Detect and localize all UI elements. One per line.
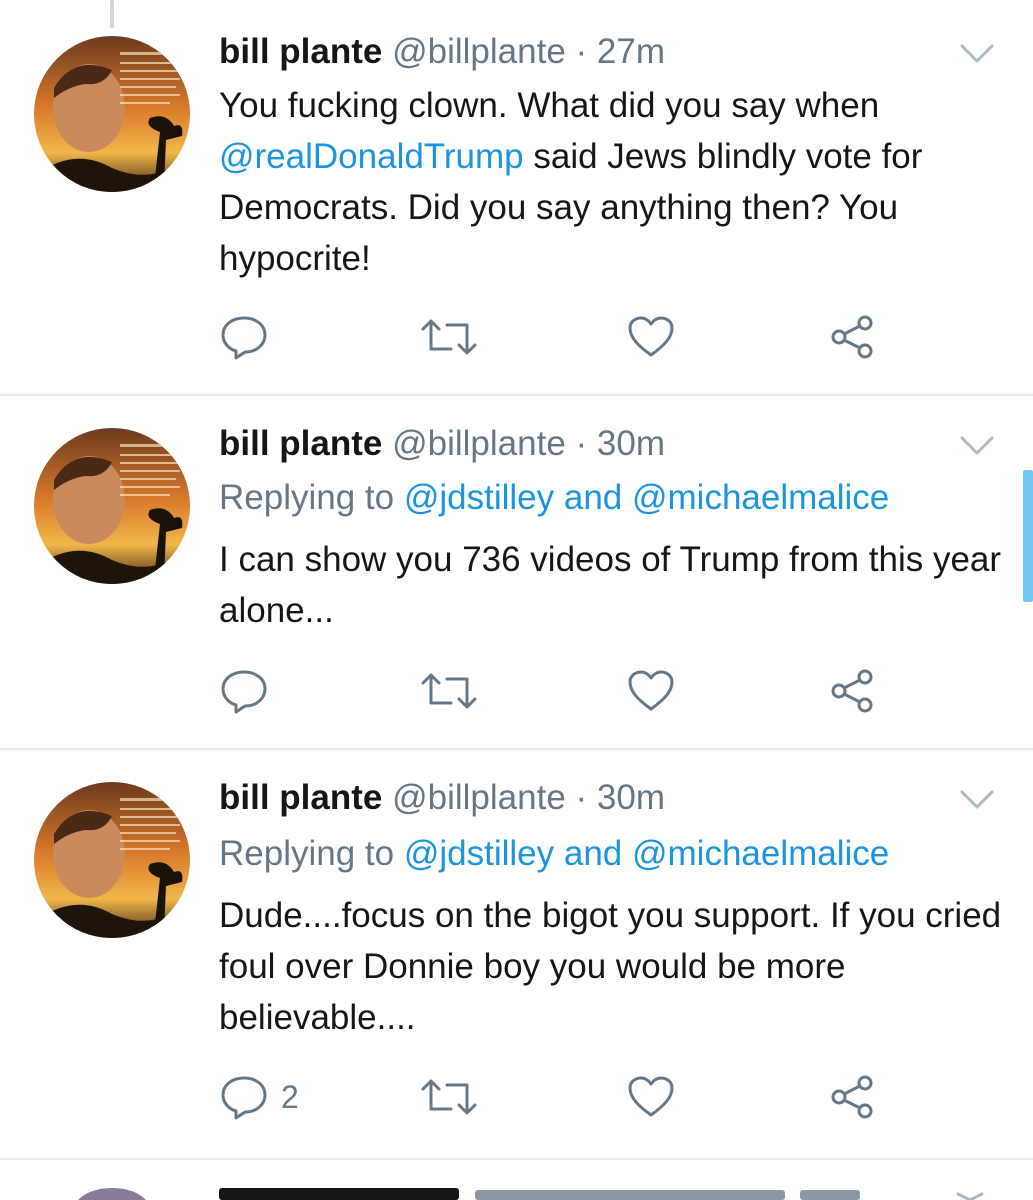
like-button[interactable] [627, 312, 675, 362]
share-nodes-icon [831, 315, 873, 359]
tweet-text-part: You fucking clown. What did you say when [219, 86, 880, 125]
tweet-1[interactable]: bill plante @billplante · 27m You fuckin… [0, 0, 1033, 396]
tweet-2[interactable]: bill plante @billplante · 30m Replying t… [0, 396, 1033, 750]
action-bar: 2 [219, 1072, 899, 1122]
reply-bubble-icon [221, 1076, 267, 1120]
share-button[interactable] [829, 312, 877, 362]
retweet-button[interactable] [419, 312, 479, 362]
timestamp[interactable]: 30m [597, 778, 665, 817]
heart-icon [628, 1076, 674, 1117]
reply-button[interactable] [219, 666, 281, 716]
retweet-button[interactable] [419, 666, 479, 716]
avatar-image [34, 36, 190, 192]
next-tweet-partial[interactable] [0, 1178, 1033, 1200]
like-button[interactable] [627, 666, 675, 716]
heart-icon [628, 670, 674, 711]
tweet-header: bill plante @billplante · 27m [219, 30, 665, 74]
timestamp[interactable]: 30m [597, 424, 665, 463]
next-tweet-cropped-preview [78, 1188, 984, 1200]
replying-to: Replying to @jdstilley and @michaelmalic… [219, 476, 889, 520]
reply-bubble-icon [221, 316, 267, 360]
retweet-arrows-icon [421, 319, 477, 355]
avatar-image [34, 782, 190, 938]
tweet-text: Dude....focus on the bigot you support. … [219, 896, 1002, 1037]
reply-bubble-icon [221, 670, 267, 714]
chevron-down-icon[interactable] [959, 788, 995, 812]
replying-to-user[interactable]: @jdstilley [404, 834, 554, 873]
replying-to-and[interactable]: and [554, 478, 632, 517]
share-nodes-icon [831, 669, 873, 713]
replying-to: Replying to @jdstilley and @michaelmalic… [219, 832, 889, 876]
display-name[interactable]: bill plante [219, 778, 382, 817]
share-button[interactable] [829, 1072, 877, 1122]
retweet-arrows-icon [421, 673, 477, 709]
share-nodes-icon [831, 1075, 873, 1119]
replying-to-and[interactable]: and [554, 834, 632, 873]
replying-to-user[interactable]: @jdstilley [404, 478, 554, 517]
user-handle[interactable]: @billplante [392, 778, 566, 817]
reply-button[interactable] [219, 312, 281, 362]
avatar[interactable] [34, 428, 190, 584]
action-bar [219, 666, 899, 716]
separator-dot: · [575, 778, 588, 817]
timestamp[interactable]: 27m [597, 32, 665, 71]
tweet-text: You fucking clown. What did you say when… [219, 80, 1009, 284]
separator-dot: · [575, 424, 588, 463]
tweet-header: bill plante @billplante · 30m [219, 776, 665, 820]
share-button[interactable] [829, 666, 877, 716]
tweet-text: I can show you 736 videos of Trump from … [219, 540, 1002, 630]
display-name[interactable]: bill plante [219, 32, 382, 71]
heart-icon [628, 316, 674, 357]
avatar[interactable] [34, 36, 190, 192]
like-button[interactable] [627, 1072, 675, 1122]
reply-button[interactable]: 2 [219, 1072, 299, 1122]
retweet-button[interactable] [419, 1072, 479, 1122]
avatar[interactable] [34, 782, 190, 938]
action-bar [219, 312, 899, 362]
reply-count: 2 [281, 1078, 299, 1115]
avatar-image [34, 428, 190, 584]
chevron-down-icon[interactable] [959, 434, 995, 458]
chevron-down-icon[interactable] [959, 42, 995, 66]
scrollbar-thumb[interactable] [1023, 470, 1033, 602]
user-handle[interactable]: @billplante [392, 32, 566, 71]
tweet-3[interactable]: bill plante @billplante · 30m Replying t… [0, 750, 1033, 1160]
user-handle[interactable]: @billplante [392, 424, 566, 463]
replying-to-user[interactable]: @michaelmalice [632, 834, 889, 873]
display-name[interactable]: bill plante [219, 424, 382, 463]
mention-link[interactable]: @realDonaldTrump [219, 137, 524, 176]
replying-to-prefix: Replying to [219, 478, 404, 517]
tweet-header: bill plante @billplante · 30m [219, 422, 665, 466]
retweet-arrows-icon [421, 1079, 477, 1115]
replying-to-user[interactable]: @michaelmalice [632, 478, 889, 517]
separator-dot: · [575, 32, 588, 71]
replying-to-prefix: Replying to [219, 834, 404, 873]
